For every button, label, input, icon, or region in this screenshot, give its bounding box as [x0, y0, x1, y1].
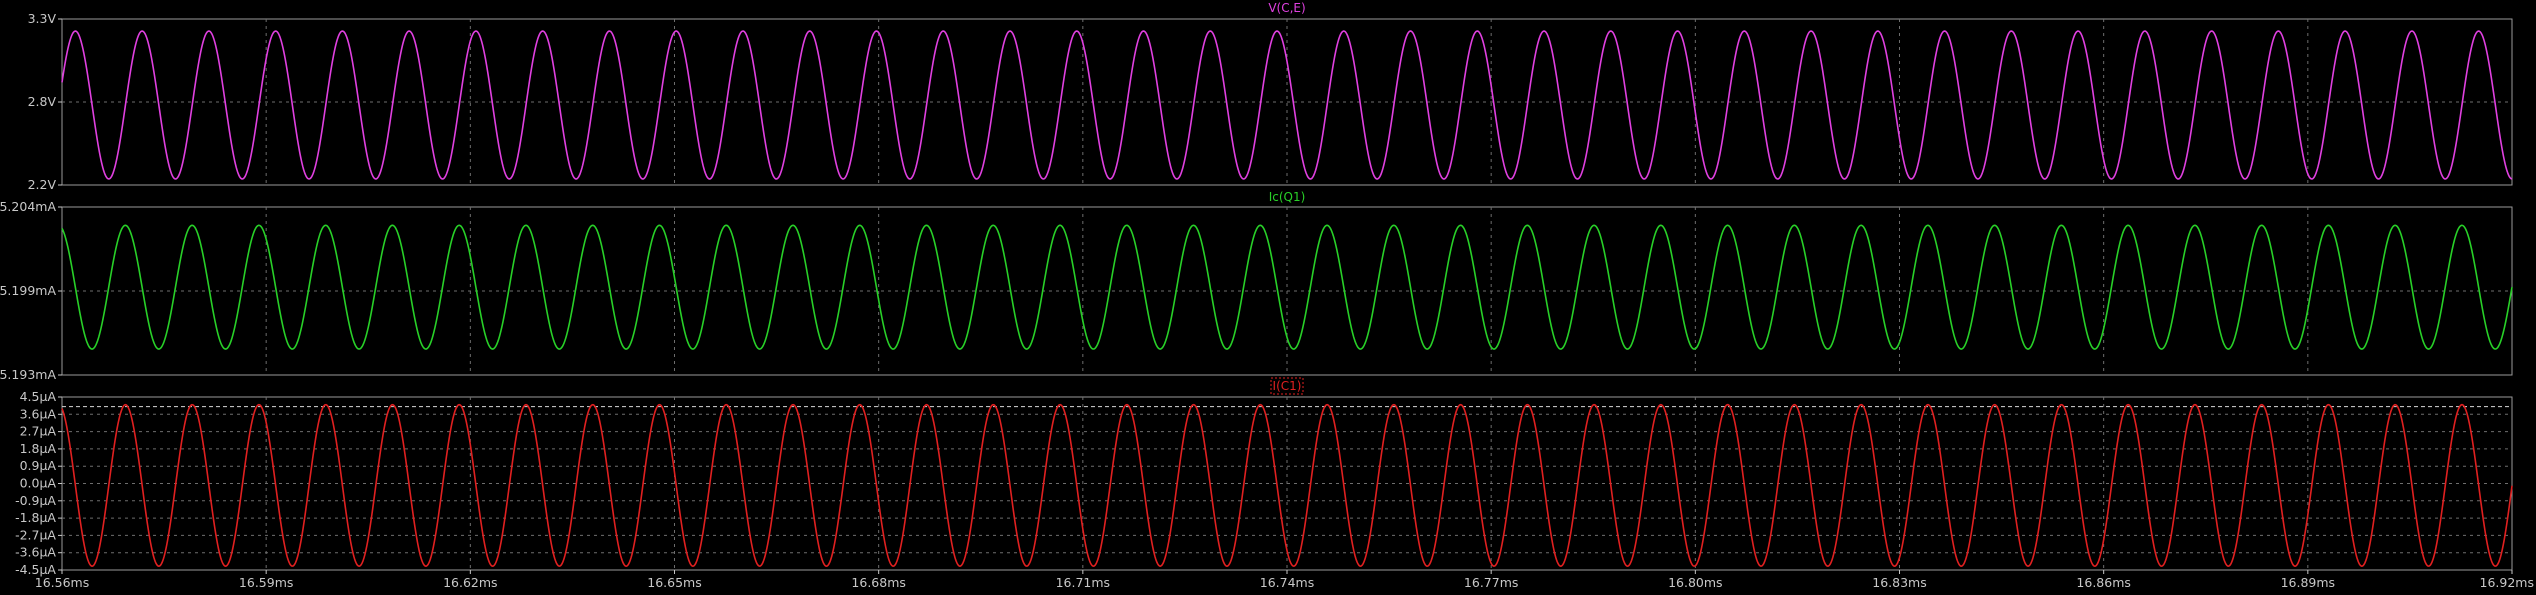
pane-1: 5.204mA 5.199mA 5.193mA Ic(Q1) — [0, 190, 2513, 382]
y-tick-label: 5.204mA — [0, 199, 56, 214]
trace-title[interactable]: Ic(Q1) — [1269, 190, 1306, 204]
y-tick-label: 1.8µA — [20, 441, 57, 456]
x-tick-label: 16.62ms — [443, 575, 497, 590]
y-tick-label: -1.8µA — [15, 510, 56, 525]
x-tick-label: 16.86ms — [2076, 575, 2130, 590]
x-tick-label: 16.74ms — [1260, 575, 1314, 590]
x-axis: 16.56ms 16.59ms 16.62ms 16.65ms 16.68ms 16.71… — [35, 570, 2534, 590]
y-tick-label: -0.9µA — [15, 493, 56, 508]
x-tick-label: 16.92ms — [2480, 575, 2534, 590]
y-tick-label: 4.5µA — [20, 389, 57, 404]
x-tick-label: 16.68ms — [851, 575, 905, 590]
y-tick-label: 0.0µA — [20, 476, 57, 491]
x-tick-label: 16.80ms — [1668, 575, 1722, 590]
x-tick-label: 16.71ms — [1056, 575, 1110, 590]
x-tick-label: 16.65ms — [647, 575, 701, 590]
waveform-plot: 3.3V 2.8V 2.2V V(C,E) 5.204mA 5.199mA 5.193mA I… — [0, 1, 2534, 590]
y-tick-label: 0.9µA — [20, 458, 57, 473]
y-tick-label: 5.193mA — [0, 367, 56, 382]
y-tick-label: 3.3V — [28, 11, 57, 26]
y-tick-label: 2.7µA — [20, 424, 57, 439]
x-tick-label: 16.59ms — [239, 575, 293, 590]
y-tick-label: -2.7µA — [15, 527, 56, 542]
y-tick-label: 2.2V — [28, 177, 57, 192]
x-tick-label: 16.89ms — [2281, 575, 2335, 590]
x-tick-label: 16.77ms — [1464, 575, 1518, 590]
x-tick-label: 16.56ms — [35, 575, 89, 590]
y-tick-label: -3.6µA — [15, 545, 56, 560]
trace-title[interactable]: I(C1) — [1273, 379, 1302, 393]
pane-2: 4.5µA 3.6µA 2.7µA 1.8µA 0.9µA 0.0µA -0.9µA -1.8… — [15, 377, 2513, 577]
y-tick-label: 5.199mA — [0, 283, 56, 298]
x-tick-label: 16.83ms — [1872, 575, 1926, 590]
y-tick-label: 3.6µA — [20, 406, 57, 421]
trace-i-c1- — [61, 403, 2513, 567]
pane-0: 3.3V 2.8V 2.2V V(C,E) — [28, 1, 2513, 192]
y-tick-label: 2.8V — [28, 94, 57, 109]
trace-title[interactable]: V(C,E) — [1268, 1, 1305, 15]
